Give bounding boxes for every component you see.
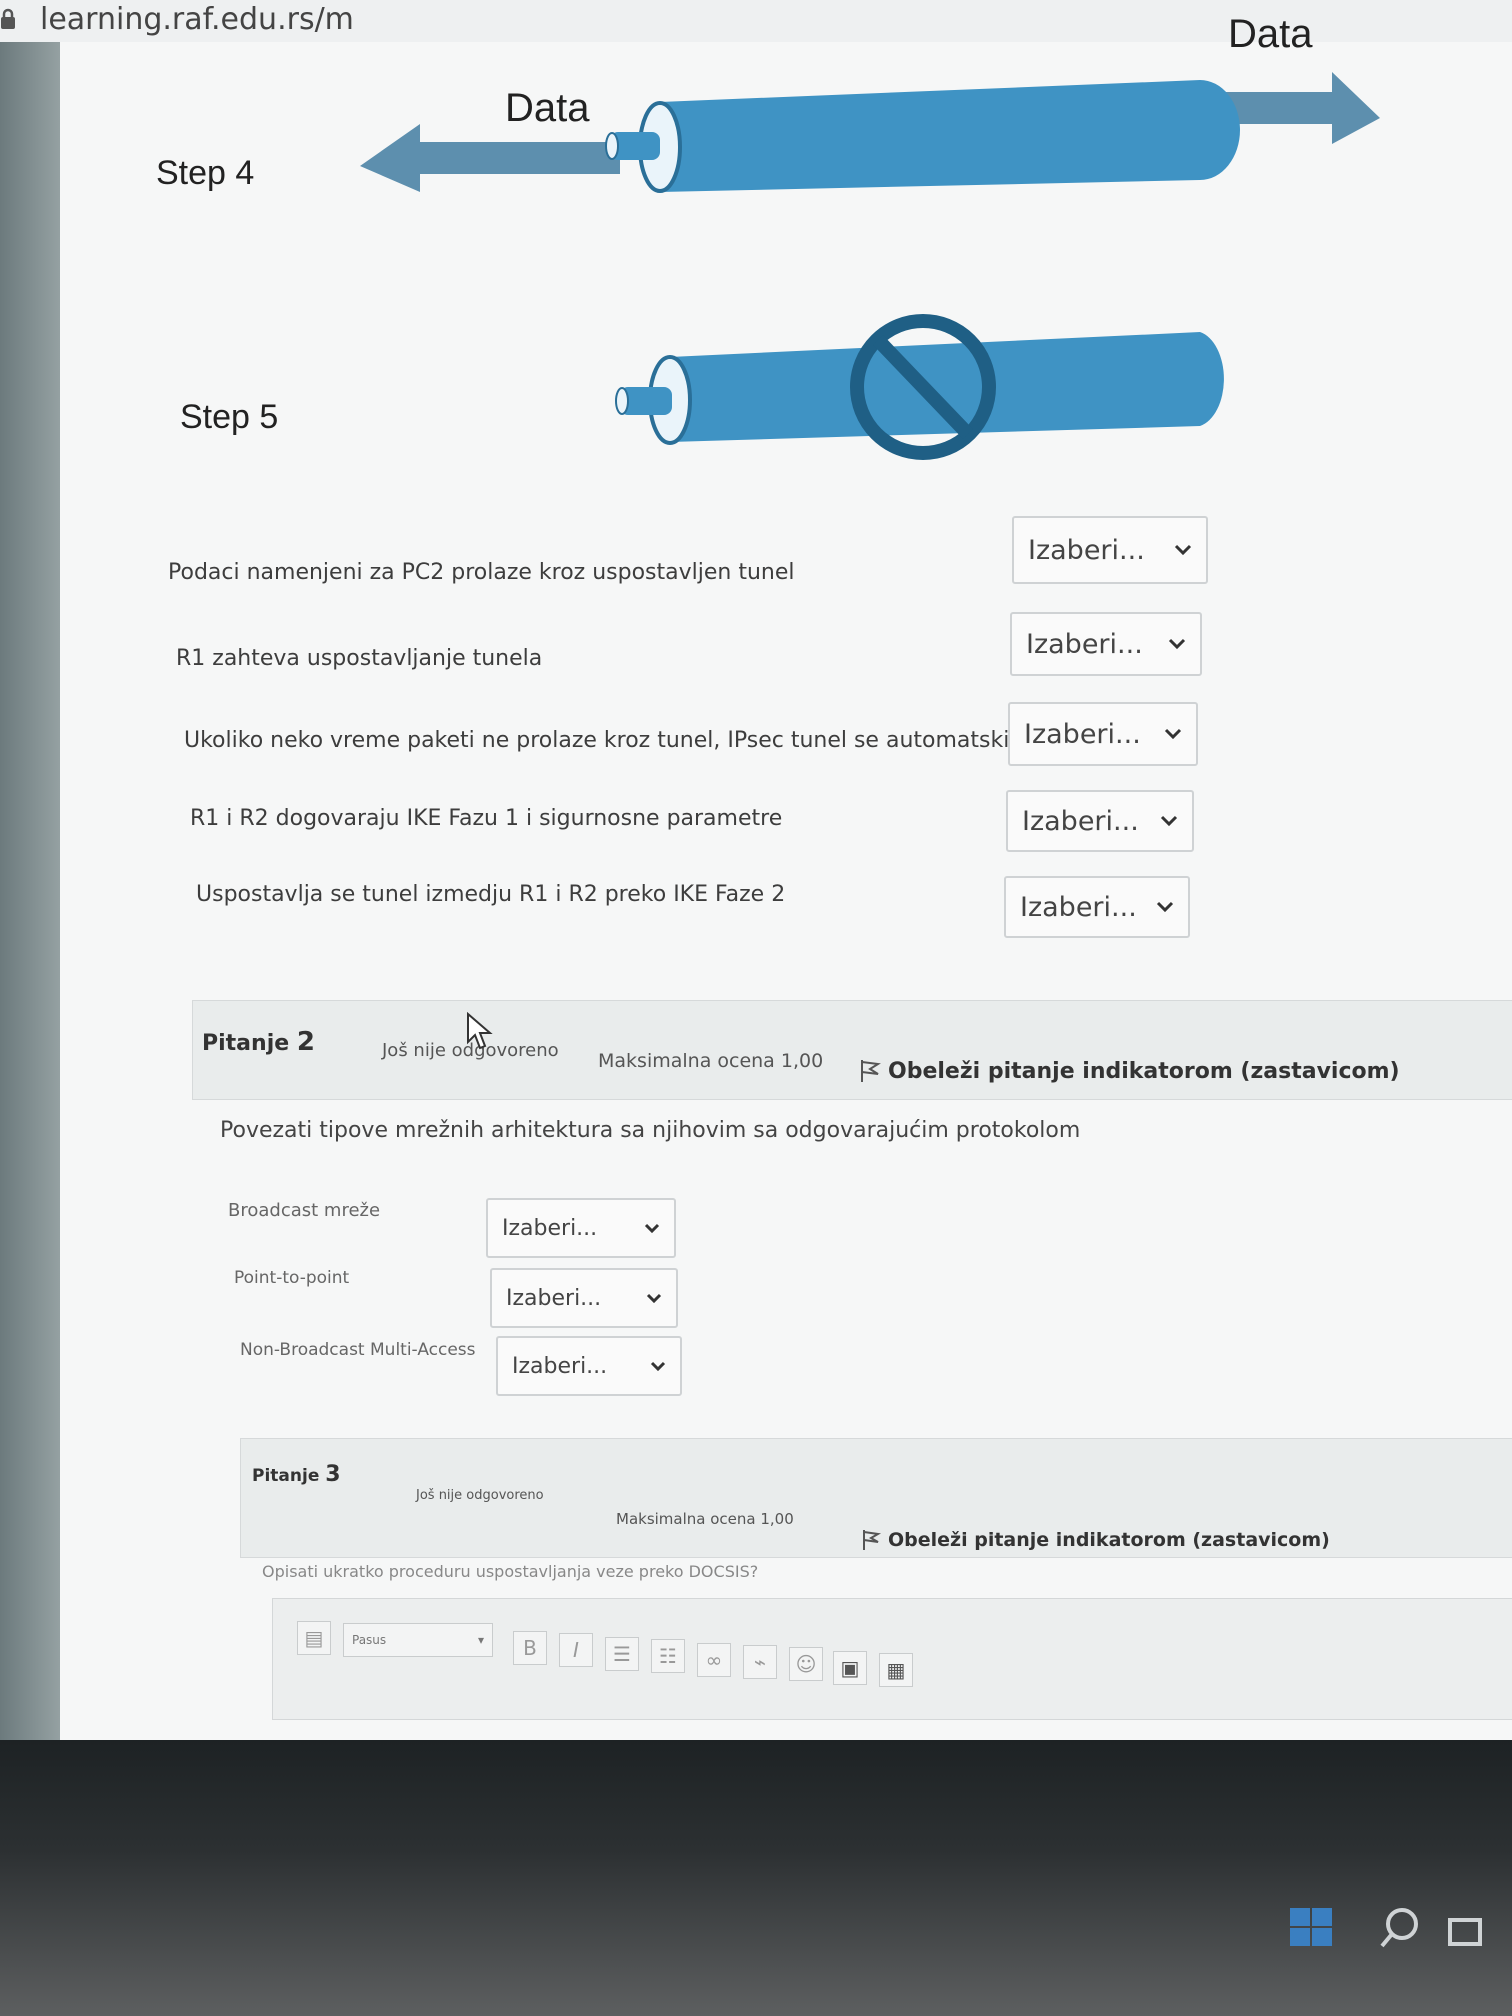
- data-label-right: Data: [1228, 12, 1313, 56]
- flag-icon: [861, 1060, 881, 1082]
- step-4-label: Step 4: [156, 154, 255, 192]
- monitor-bezel: [0, 1740, 1512, 2016]
- question-3-max-grade: Maksimalna ocena 1,00: [616, 1510, 794, 1528]
- chevron-down-icon: [1156, 901, 1174, 913]
- taskbar-icons: [1290, 1908, 1482, 1948]
- url-text[interactable]: learning.raf.edu.rs/m: [40, 2, 354, 37]
- match-select[interactable]: Izaberi...: [1010, 612, 1202, 676]
- match-row-text: R1 i R2 dogovaraju IKE Fazu 1 i sigurnos…: [190, 806, 783, 831]
- bold-button[interactable]: B: [513, 1631, 547, 1665]
- ordered-list-icon[interactable]: ☷: [651, 1639, 685, 1673]
- match-select[interactable]: Izaberi...: [1012, 516, 1208, 584]
- match-row-text: Broadcast mreže: [228, 1200, 381, 1221]
- match-select[interactable]: Izaberi...: [490, 1268, 678, 1328]
- match-row-text: Ukoliko neko vreme paketi ne prolaze kro…: [184, 728, 1062, 753]
- question-3-flag-link[interactable]: Obeleži pitanje indikatorom (zastavicom): [860, 1528, 1330, 1552]
- question-2-prompt: Povezati tipove mrežnih arhitektura sa n…: [220, 1118, 1081, 1143]
- unordered-list-icon[interactable]: ☰: [605, 1637, 639, 1671]
- tunnel-step5: [615, 314, 1224, 460]
- mouse-cursor-icon: [467, 1012, 493, 1050]
- link-icon[interactable]: ∞: [697, 1643, 731, 1677]
- task-view-icon: [1448, 1918, 1482, 1946]
- toolbar-toggle-icon[interactable]: ▤: [297, 1621, 331, 1655]
- match-select[interactable]: Izaberi...: [1004, 876, 1190, 938]
- match-row-text: Non-Broadcast Multi-Access: [240, 1340, 476, 1360]
- match-select[interactable]: Izaberi...: [486, 1198, 676, 1258]
- match-row-text: R1 zahteva uspostavljanje tunela: [176, 646, 543, 671]
- chevron-down-icon: [644, 1223, 660, 1233]
- emoji-icon[interactable]: ☺: [789, 1647, 823, 1681]
- lock-icon: [1, 8, 15, 29]
- editor-toolbar: ▤ Pasus ▾ B I ☰ ☷ ∞ ⌁ ☺ ▣ ▦: [272, 1598, 1512, 1720]
- chevron-down-icon: [1164, 728, 1182, 740]
- question-3-title: Pitanje 3: [252, 1462, 341, 1487]
- search-icon: [1380, 1908, 1418, 1948]
- data-label-left: Data: [505, 86, 590, 130]
- step-5-label: Step 5: [180, 398, 279, 436]
- match-row-text: Podaci namenjeni za PC2 prolaze kroz usp…: [168, 560, 795, 585]
- question-2-max-grade: Maksimalna ocena 1,00: [598, 1050, 824, 1072]
- match-row-text: Point-to-point: [234, 1268, 350, 1288]
- question-3-status: Još nije odgovoreno: [416, 1488, 544, 1503]
- question-3-prompt: Opisati ukratko proceduru uspostavljanja…: [262, 1562, 759, 1581]
- chevron-down-icon: [650, 1361, 666, 1371]
- chevron-down-icon: [1168, 638, 1186, 650]
- unlink-icon[interactable]: ⌁: [743, 1645, 777, 1679]
- taskbar: [1290, 1898, 1490, 1962]
- media-icon[interactable]: ▦: [879, 1653, 913, 1687]
- match-row-text: Uspostavlja se tunel izmedju R1 i R2 pre…: [196, 882, 786, 907]
- italic-button[interactable]: I: [559, 1633, 593, 1667]
- match-select[interactable]: Izaberi...: [1008, 702, 1198, 766]
- image-icon[interactable]: ▣: [833, 1651, 867, 1685]
- chevron-down-icon: [646, 1293, 662, 1303]
- paragraph-style-select[interactable]: Pasus ▾: [343, 1623, 493, 1657]
- match-select[interactable]: Izaberi...: [1006, 790, 1194, 852]
- flag-icon: [863, 1530, 882, 1550]
- chevron-down-icon: [1174, 544, 1192, 556]
- chevron-down-icon: [1160, 815, 1178, 827]
- question-2-title: Pitanje 2: [202, 1027, 315, 1057]
- question-2-flag-link[interactable]: Obeleži pitanje indikatorom (zastavicom): [858, 1058, 1400, 1084]
- screen-edge: [0, 42, 68, 1762]
- windows-start-icon: [1290, 1908, 1332, 1946]
- quiz-page: Data Data Step 4 Step 5 Podaci namenjeni…: [60, 12, 1512, 1802]
- match-select[interactable]: Izaberi...: [496, 1336, 682, 1396]
- chevron-down-icon: ▾: [477, 1633, 484, 1647]
